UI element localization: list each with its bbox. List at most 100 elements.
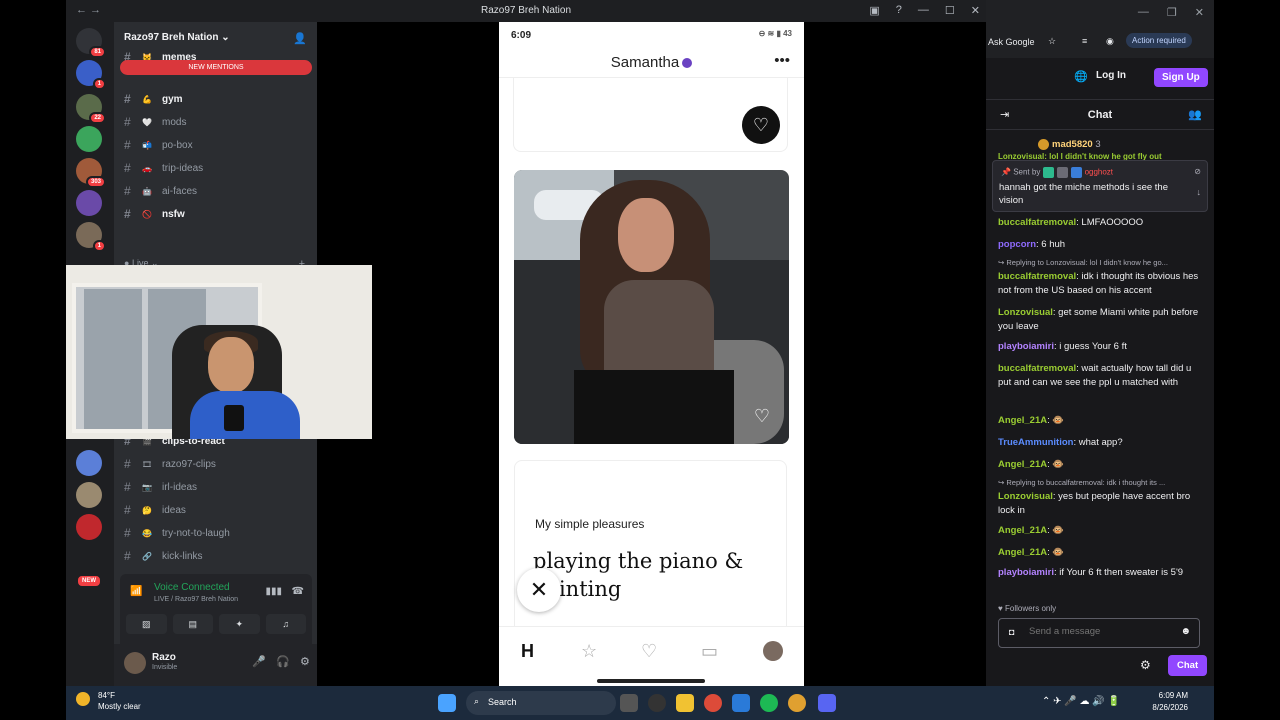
star-icon[interactable]: ☆ — [581, 641, 597, 662]
restore-icon[interactable]: ❐ — [1167, 6, 1177, 19]
chat-username[interactable]: buccalfatremoval — [998, 363, 1076, 374]
chat-send-button[interactable]: Chat — [1168, 655, 1208, 676]
avatar[interactable] — [124, 652, 146, 674]
ask-google-button[interactable]: Ask Google — [988, 37, 1035, 47]
spotify-icon[interactable] — [760, 694, 778, 712]
disconnect-icon[interactable]: ☎ — [292, 586, 304, 597]
channel-mods[interactable]: # 🤍 mods — [124, 113, 186, 131]
globe-icon[interactable]: 🌐 — [1074, 70, 1088, 83]
login-button[interactable]: Log In — [1096, 70, 1126, 81]
expand-down-icon[interactable]: ↓ — [1197, 187, 1202, 197]
channel-ideas[interactable]: # 🤔 ideas — [124, 501, 186, 519]
pinned-by: 📌 Sent by ogghozt — [1001, 167, 1114, 178]
more-options-icon[interactable]: ••• — [774, 52, 790, 69]
screen-share-button[interactable]: ▤ — [172, 614, 213, 634]
channel-trip-ideas[interactable]: # 🚗 trip-ideas — [124, 159, 203, 177]
server-icon[interactable]: 303 — [76, 158, 106, 188]
taskbar-clock[interactable]: 6:09 AM 8/26/2026 — [1152, 690, 1188, 714]
chat-username[interactable]: playboiamiri — [998, 567, 1054, 578]
home-logo-icon[interactable]: H — [521, 641, 534, 662]
channel-irl-ideas[interactable]: # 📷 irl-ideas — [124, 478, 197, 496]
server-icon[interactable]: 1 — [76, 222, 106, 252]
channel-try-not-to-laugh[interactable]: # 😂 try-not-to-laugh — [124, 524, 230, 542]
channel-po-box[interactable]: # 📬 po-box — [124, 136, 193, 154]
chat-username[interactable]: popcorn — [998, 239, 1036, 250]
tab-search-icon[interactable]: ≡ — [1082, 36, 1087, 46]
chat-username[interactable]: Lonzovisual — [998, 307, 1053, 318]
obs-icon[interactable] — [648, 694, 666, 712]
server-icon[interactable] — [76, 126, 102, 152]
profile-icon[interactable]: ◉ — [1106, 36, 1114, 47]
chat-settings-gear-icon[interactable]: ⚙ — [1140, 658, 1151, 672]
dm-home-icon[interactable]: 81 — [76, 28, 106, 58]
photos-icon[interactable] — [732, 694, 750, 712]
chat-username[interactable]: Angel_21A — [998, 525, 1047, 536]
chat-username[interactable]: TrueAmmunition — [998, 437, 1073, 448]
activities-button[interactable]: ✦ — [219, 614, 260, 634]
noise-suppression-icon[interactable]: ▮▮▮ — [265, 586, 282, 597]
close-icon[interactable]: ✕ — [971, 4, 980, 17]
inbox-icon[interactable]: ▣ — [869, 4, 879, 17]
chat-username[interactable]: playboiamiri — [998, 341, 1054, 352]
server-name[interactable]: Razo97 Breh Nation ⌄ — [124, 32, 230, 43]
server-icon[interactable] — [76, 482, 102, 508]
minimize-icon[interactable]: — — [1138, 6, 1149, 19]
users-icon[interactable]: 👥 — [1188, 108, 1202, 121]
task-view-icon[interactable] — [620, 694, 638, 712]
channel-nsfw[interactable]: # 🚫 nsfw — [124, 205, 185, 223]
chat-input-box[interactable]: ◘ ☻ — [998, 618, 1200, 648]
start-icon[interactable] — [438, 694, 456, 712]
pinned-message[interactable]: 📌 Sent by ogghozt ⊘ ↓ hannah got the mic… — [992, 160, 1208, 212]
chrome-icon[interactable] — [704, 694, 722, 712]
new-mentions-banner[interactable]: NEW MENTIONS — [120, 60, 312, 75]
help-icon[interactable]: ? — [896, 4, 902, 17]
close-icon[interactable]: ✕ — [1195, 6, 1204, 19]
channel-ai-faces[interactable]: # 🤖 ai-faces — [124, 182, 197, 200]
chat-input[interactable] — [1029, 626, 1169, 637]
minimize-icon[interactable]: — — [918, 4, 929, 17]
chat-username[interactable]: Angel_21A — [998, 415, 1047, 426]
mic-muted-icon[interactable]: 🎤 — [252, 655, 266, 668]
tray-icons[interactable]: ⌃ ✈ 🎤 ☁ 🔊 🔋 — [1042, 696, 1120, 707]
chat-username[interactable]: Angel_21A — [998, 547, 1047, 558]
server-icon[interactable]: 22 — [76, 94, 106, 124]
bookmark-star-icon[interactable]: ☆ — [1048, 36, 1056, 47]
chat-username[interactable]: buccalfatremoval — [998, 271, 1076, 282]
server-icon[interactable] — [76, 450, 102, 476]
prompt-card: ♡ — [513, 78, 788, 152]
messages-icon[interactable]: ▭ — [701, 641, 718, 662]
deafened-icon[interactable]: 🎧 — [276, 655, 290, 668]
emote-icon[interactable]: ☻ — [1180, 626, 1191, 637]
chat-username[interactable]: Angel_21A — [998, 459, 1047, 470]
chat-username[interactable]: Lonzovisual — [998, 491, 1053, 502]
gear-icon[interactable]: ⚙ — [300, 655, 310, 668]
soundboard-button[interactable]: ♫ — [265, 614, 306, 634]
maximize-icon[interactable]: ☐ — [945, 4, 955, 17]
verified-icon — [682, 58, 693, 69]
chrome-beta-icon[interactable] — [788, 694, 806, 712]
file-explorer-icon[interactable] — [676, 694, 694, 712]
signup-button[interactable]: Sign Up — [1154, 68, 1208, 87]
signal-icon[interactable]: 📶 — [130, 586, 142, 597]
discord-icon[interactable] — [818, 694, 836, 712]
hide-icon[interactable]: ⊘ — [1194, 167, 1201, 176]
channel-razo97-clips[interactable]: # 🎞 razo97-clips — [124, 455, 216, 473]
server-icon[interactable]: 1 — [76, 60, 106, 90]
channel-kick-links[interactable]: # 🔗 kick-links — [124, 547, 203, 565]
camera-off-button[interactable]: ▨ — [126, 614, 167, 634]
channel-gym[interactable]: # 💪 gym — [124, 90, 183, 108]
taskbar-search[interactable]: ⌕ Search — [466, 691, 616, 715]
add-user-icon[interactable]: 👤 — [293, 32, 307, 45]
server-icon[interactable] — [76, 190, 102, 216]
like-heart-icon[interactable]: ♡ — [742, 106, 780, 144]
profile-avatar-icon[interactable] — [763, 641, 783, 661]
photo-like-heart-icon[interactable]: ♡ — [746, 400, 778, 432]
heart-icon[interactable]: ♡ — [641, 641, 657, 662]
server-icon[interactable] — [76, 514, 102, 540]
action-required-button[interactable]: Action required — [1126, 33, 1192, 48]
badge-count: 1 — [92, 240, 106, 252]
voice-channel[interactable]: LIVE / Razo97 Breh Nation — [154, 596, 238, 603]
chat-username[interactable]: buccalfatremoval — [998, 217, 1076, 228]
chat-badge-icon[interactable]: ◘ — [1009, 627, 1014, 637]
skip-x-button[interactable]: ✕ — [517, 568, 561, 612]
